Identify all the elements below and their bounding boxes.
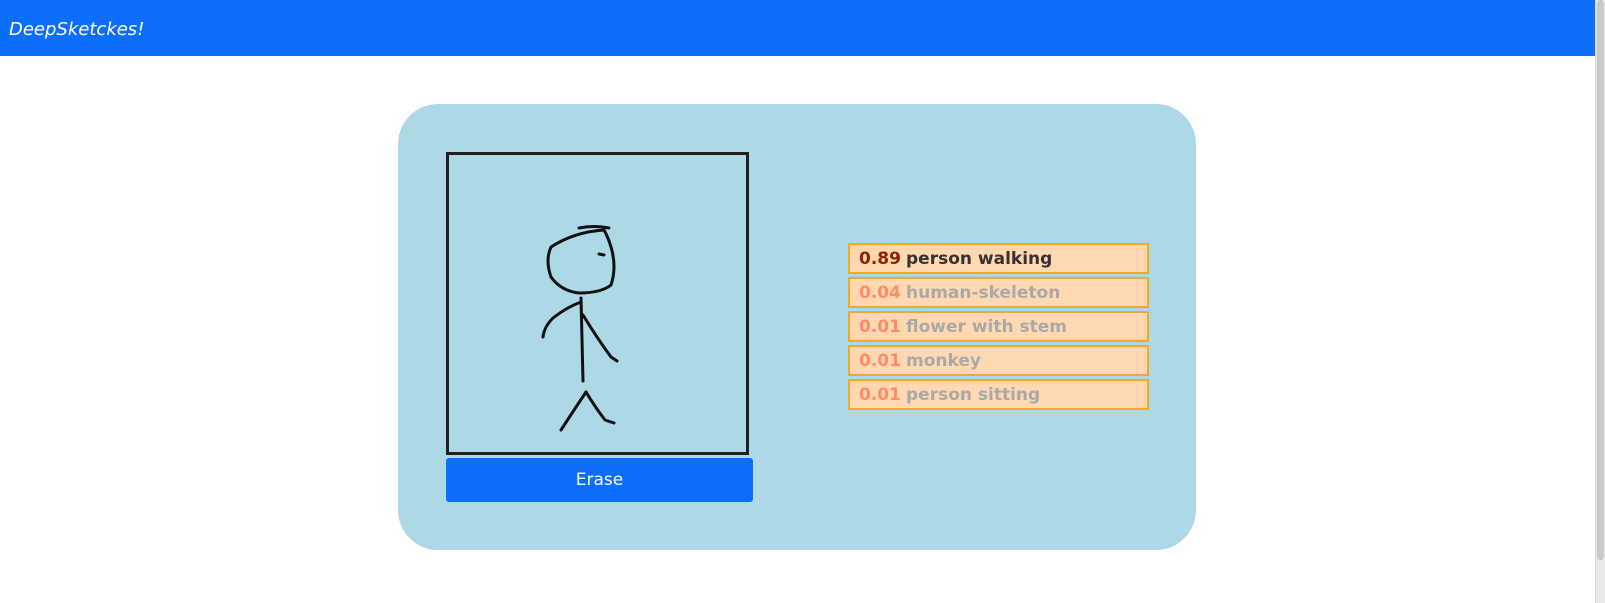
drawing-canvas[interactable] [446,152,749,455]
sketch-drawing [541,225,619,432]
prediction-label: person sitting [906,384,1041,405]
sketch-stroke-head [546,228,616,295]
sketch-stroke-eye [597,252,606,257]
erase-button[interactable]: Erase [446,458,753,502]
prediction-score: 0.01 [859,384,901,405]
prediction-label: human-skeleton [906,282,1061,303]
brand-title[interactable]: DeepSketckes! [9,19,144,40]
prediction-row: 0.89 person walking [848,243,1149,274]
main-panel: Erase 0.89 person walking 0.04 human-ske… [398,104,1196,550]
prediction-score: 0.04 [859,282,901,303]
sketch-stroke-hat [577,225,611,230]
prediction-score: 0.01 [859,316,901,337]
prediction-row: 0.01 person sitting [848,379,1149,410]
sketch-stroke-left-leg [559,390,588,432]
prediction-label: person walking [906,248,1053,269]
prediction-label: monkey [906,350,981,371]
sketch-stroke-right-arm [581,313,619,363]
navbar: DeepSketckes! [0,0,1605,56]
sketch-stroke-right-leg [584,390,616,425]
sketch-stroke-body [579,296,585,383]
prediction-row: 0.01 flower with stem [848,311,1149,342]
prediction-label: flower with stem [906,316,1067,337]
sketch-stroke-left-arm [541,300,583,339]
predictions-list: 0.89 person walking 0.04 human-skeleton … [848,243,1149,413]
prediction-row: 0.01 monkey [848,345,1149,376]
prediction-row: 0.04 human-skeleton [848,277,1149,308]
page-scrollbar[interactable] [1595,0,1605,603]
prediction-score: 0.01 [859,350,901,371]
prediction-score: 0.89 [859,248,901,269]
scrollbar-thumb[interactable] [1597,0,1604,560]
